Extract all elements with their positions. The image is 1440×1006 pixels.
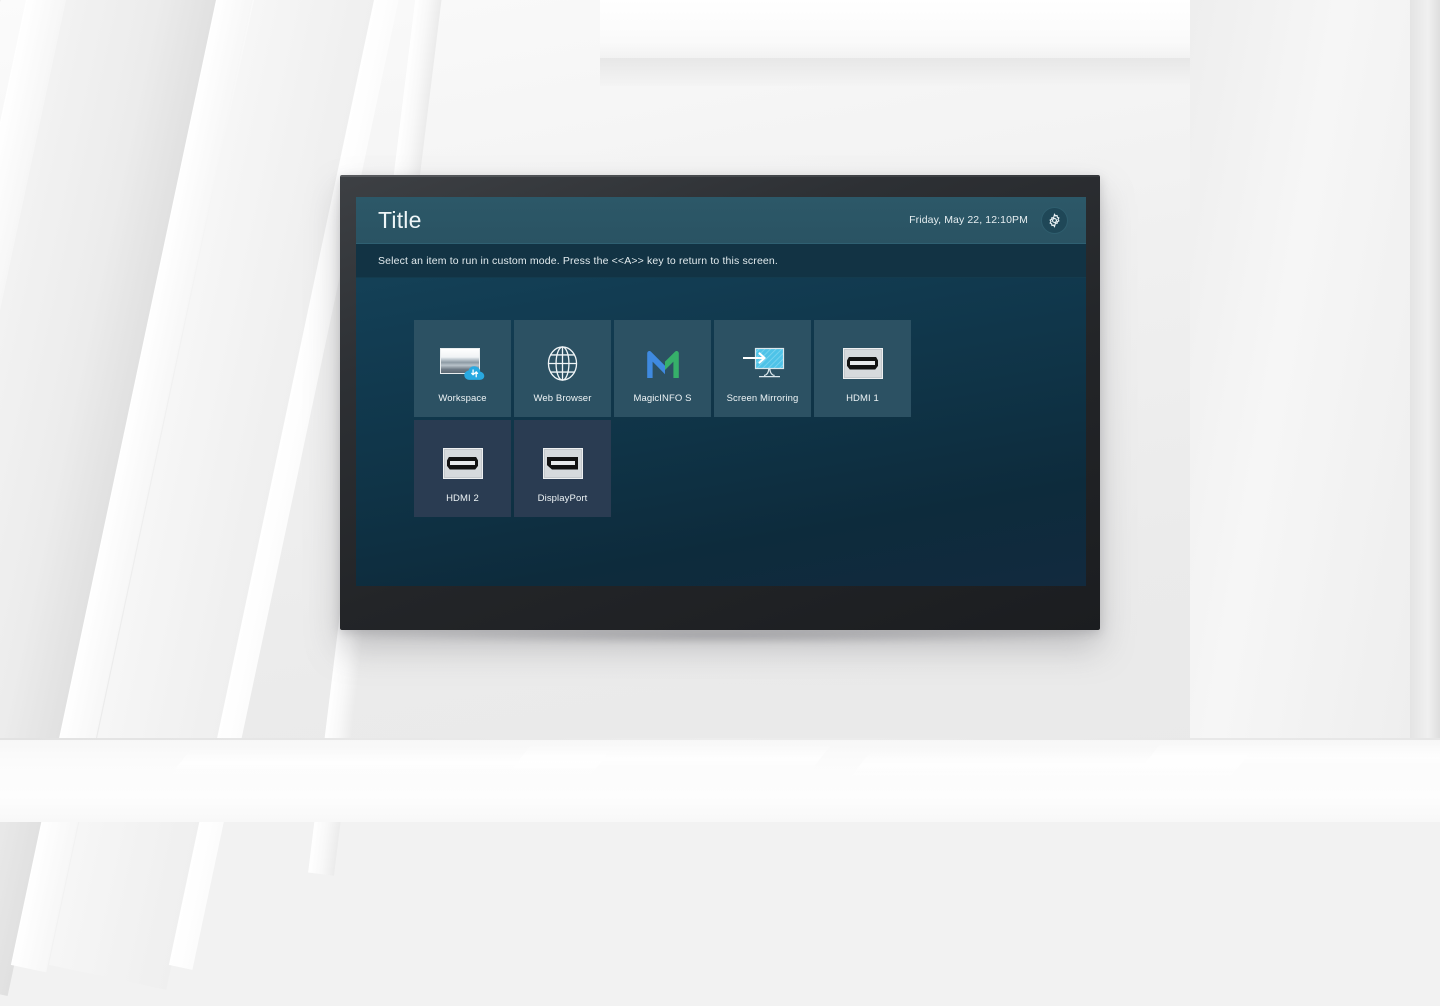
displayport-port-icon [543, 442, 583, 484]
bezel-highlight [340, 175, 1100, 177]
screen-content: Title Friday, May 22, 12:10PM [356, 197, 1086, 586]
tile-label: DisplayPort [514, 493, 611, 504]
tile-web-browser[interactable]: Web Browser [514, 320, 611, 417]
display-monitor: Title Friday, May 22, 12:10PM [340, 175, 1100, 630]
page-title: Title [378, 207, 422, 234]
magicinfo-logo-icon [645, 342, 681, 384]
room-scene: Title Friday, May 22, 12:10PM [0, 0, 1440, 822]
screen-header: Title Friday, May 22, 12:10PM [356, 197, 1086, 244]
floor [0, 740, 1440, 822]
tile-magicinfo-s[interactable]: MagicINFO S [614, 320, 711, 417]
tile-label: Screen Mirroring [714, 393, 811, 404]
tile-hdmi-1[interactable]: HDMI 1 [814, 320, 911, 417]
floor-light-streak [1138, 742, 1440, 772]
right-wall-panel [1190, 0, 1440, 742]
workspace-cloud-icon [440, 342, 486, 384]
hdmi-port-icon [843, 342, 883, 384]
source-row: Workspace Web Browser [414, 320, 1086, 417]
source-grid: Workspace Web Browser [356, 278, 1086, 517]
tile-label: HDMI 1 [814, 393, 911, 404]
hdmi-port-icon [443, 442, 483, 484]
instruction-text: Select an item to run in custom mode. Pr… [378, 255, 778, 267]
tv-drop-shadow [352, 628, 1092, 644]
tile-label: HDMI 2 [414, 493, 511, 504]
instruction-bar: Select an item to run in custom mode. Pr… [356, 244, 1086, 278]
tile-label: Web Browser [514, 393, 611, 404]
tile-screen-mirroring[interactable]: Screen Mirroring [714, 320, 811, 417]
tile-label: MagicINFO S [614, 393, 711, 404]
tile-label: Workspace [414, 393, 511, 404]
tile-hdmi-2[interactable]: HDMI 2 [414, 420, 511, 517]
gear-icon [1047, 213, 1062, 228]
source-row: HDMI 2 DisplayPort [414, 420, 1086, 517]
header-right-group: Friday, May 22, 12:10PM [909, 207, 1068, 234]
tile-workspace[interactable]: Workspace [414, 320, 511, 417]
tile-displayport[interactable]: DisplayPort [514, 420, 611, 517]
settings-button[interactable] [1041, 207, 1068, 234]
datetime-label: Friday, May 22, 12:10PM [909, 214, 1028, 226]
globe-icon [543, 342, 582, 384]
screen-mirroring-icon [740, 342, 786, 384]
floor-light-streak [508, 744, 831, 774]
right-wall-edge [1410, 0, 1440, 760]
